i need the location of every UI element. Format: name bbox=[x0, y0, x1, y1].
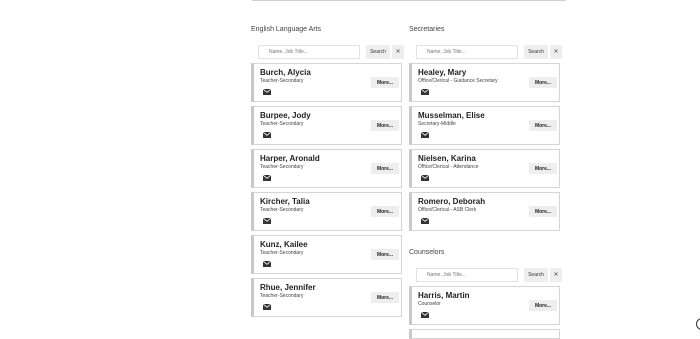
staff-name: Romero, Deborah bbox=[418, 197, 486, 206]
more-button[interactable]: More... bbox=[529, 77, 557, 88]
staff-job-title: Teacher-Secondary bbox=[260, 164, 304, 170]
envelope-icon[interactable] bbox=[421, 312, 429, 318]
clear-search-button[interactable]: × bbox=[550, 268, 562, 282]
more-button[interactable]: More... bbox=[371, 163, 399, 174]
envelope-icon[interactable] bbox=[421, 89, 429, 95]
section-title: Counselors bbox=[409, 249, 445, 256]
staff-job-title: Teacher-Secondary bbox=[260, 250, 304, 256]
staff-card: Burpee, Jody Teacher-Secondary More... bbox=[251, 106, 402, 145]
staff-job-title: Office/Clerical - Attendance bbox=[418, 164, 479, 170]
more-button[interactable]: More... bbox=[371, 120, 399, 131]
search-input[interactable] bbox=[416, 268, 518, 282]
staff-card: Rhue, Jennifer Teacher-Secondary More... bbox=[251, 278, 402, 317]
staff-card: Romero, Deborah Office/Clerical - ASB Cl… bbox=[409, 192, 560, 231]
staff-job-title: Teacher-Secondary bbox=[260, 78, 304, 84]
staff-job-title: Office/Clerical - ASB Clerk bbox=[418, 207, 477, 213]
staff-name: Healey, Mary bbox=[418, 68, 467, 77]
staff-name: Burch, Alycia bbox=[260, 68, 311, 77]
staff-name: Harper, Aronald bbox=[260, 154, 320, 163]
staff-card: Kircher, Talia Teacher-Secondary More... bbox=[251, 192, 402, 231]
section-title: English Language Arts bbox=[251, 26, 322, 33]
staff-job-title: Secretary-Middle bbox=[418, 121, 456, 127]
staff-card: Kunz, Kailee Teacher-Secondary More... bbox=[251, 235, 402, 274]
search-bar: Search × bbox=[416, 45, 562, 59]
staff-name: Kircher, Talia bbox=[260, 197, 310, 206]
search-input[interactable] bbox=[416, 45, 518, 59]
more-button[interactable]: More... bbox=[529, 120, 557, 131]
more-button[interactable]: More... bbox=[371, 249, 399, 260]
floating-action-circle[interactable] bbox=[696, 318, 700, 330]
staff-card: Harper, Aronald Teacher-Secondary More..… bbox=[251, 149, 402, 188]
envelope-icon[interactable] bbox=[263, 304, 271, 310]
section-title: Secretaries bbox=[409, 26, 445, 33]
more-button[interactable]: More... bbox=[371, 292, 399, 303]
search-button[interactable]: Search bbox=[366, 45, 390, 59]
staff-card: Burch, Alycia Teacher-Secondary More... bbox=[251, 63, 402, 102]
staff-card: Nielsen, Karina Office/Clerical - Attend… bbox=[409, 149, 560, 188]
envelope-icon[interactable] bbox=[421, 132, 429, 138]
search-bar: Search × bbox=[258, 45, 404, 59]
clear-search-button[interactable]: × bbox=[392, 45, 404, 59]
staff-job-title: Teacher-Secondary bbox=[260, 121, 304, 127]
staff-card: Musselman, Elise Secretary-Middle More..… bbox=[409, 106, 560, 145]
more-button[interactable]: More... bbox=[529, 206, 557, 217]
envelope-icon[interactable] bbox=[421, 175, 429, 181]
envelope-icon[interactable] bbox=[263, 218, 271, 224]
envelope-icon[interactable] bbox=[263, 175, 271, 181]
envelope-icon[interactable] bbox=[263, 89, 271, 95]
staff-job-title: Teacher-Secondary bbox=[260, 293, 304, 299]
top-panel-edge bbox=[252, 0, 566, 1]
search-button[interactable]: Search bbox=[524, 45, 548, 59]
envelope-icon[interactable] bbox=[263, 261, 271, 267]
more-button[interactable]: More... bbox=[371, 77, 399, 88]
staff-name: Rhue, Jennifer bbox=[260, 283, 316, 292]
staff-name: Burpee, Jody bbox=[260, 111, 311, 120]
staff-name: Harris, Martin bbox=[418, 291, 470, 300]
envelope-icon[interactable] bbox=[263, 132, 271, 138]
more-button[interactable]: More... bbox=[529, 163, 557, 174]
staff-job-title: Office/Clerical - Guidance Secretary bbox=[418, 78, 498, 84]
staff-name: Kunz, Kailee bbox=[260, 240, 308, 249]
search-button[interactable]: Search bbox=[524, 268, 548, 282]
staff-card: Harris, Martin Counselor More... bbox=[409, 286, 560, 325]
staff-card bbox=[409, 329, 560, 339]
more-button[interactable]: More... bbox=[529, 300, 557, 311]
search-input[interactable] bbox=[258, 45, 360, 59]
staff-job-title: Counselor bbox=[418, 301, 441, 307]
staff-card: Healey, Mary Office/Clerical - Guidance … bbox=[409, 63, 560, 102]
staff-name: Musselman, Elise bbox=[418, 111, 485, 120]
clear-search-button[interactable]: × bbox=[550, 45, 562, 59]
search-bar: Search × bbox=[416, 268, 562, 282]
staff-job-title: Teacher-Secondary bbox=[260, 207, 304, 213]
envelope-icon[interactable] bbox=[421, 218, 429, 224]
more-button[interactable]: More... bbox=[371, 206, 399, 217]
staff-name: Nielsen, Karina bbox=[418, 154, 476, 163]
